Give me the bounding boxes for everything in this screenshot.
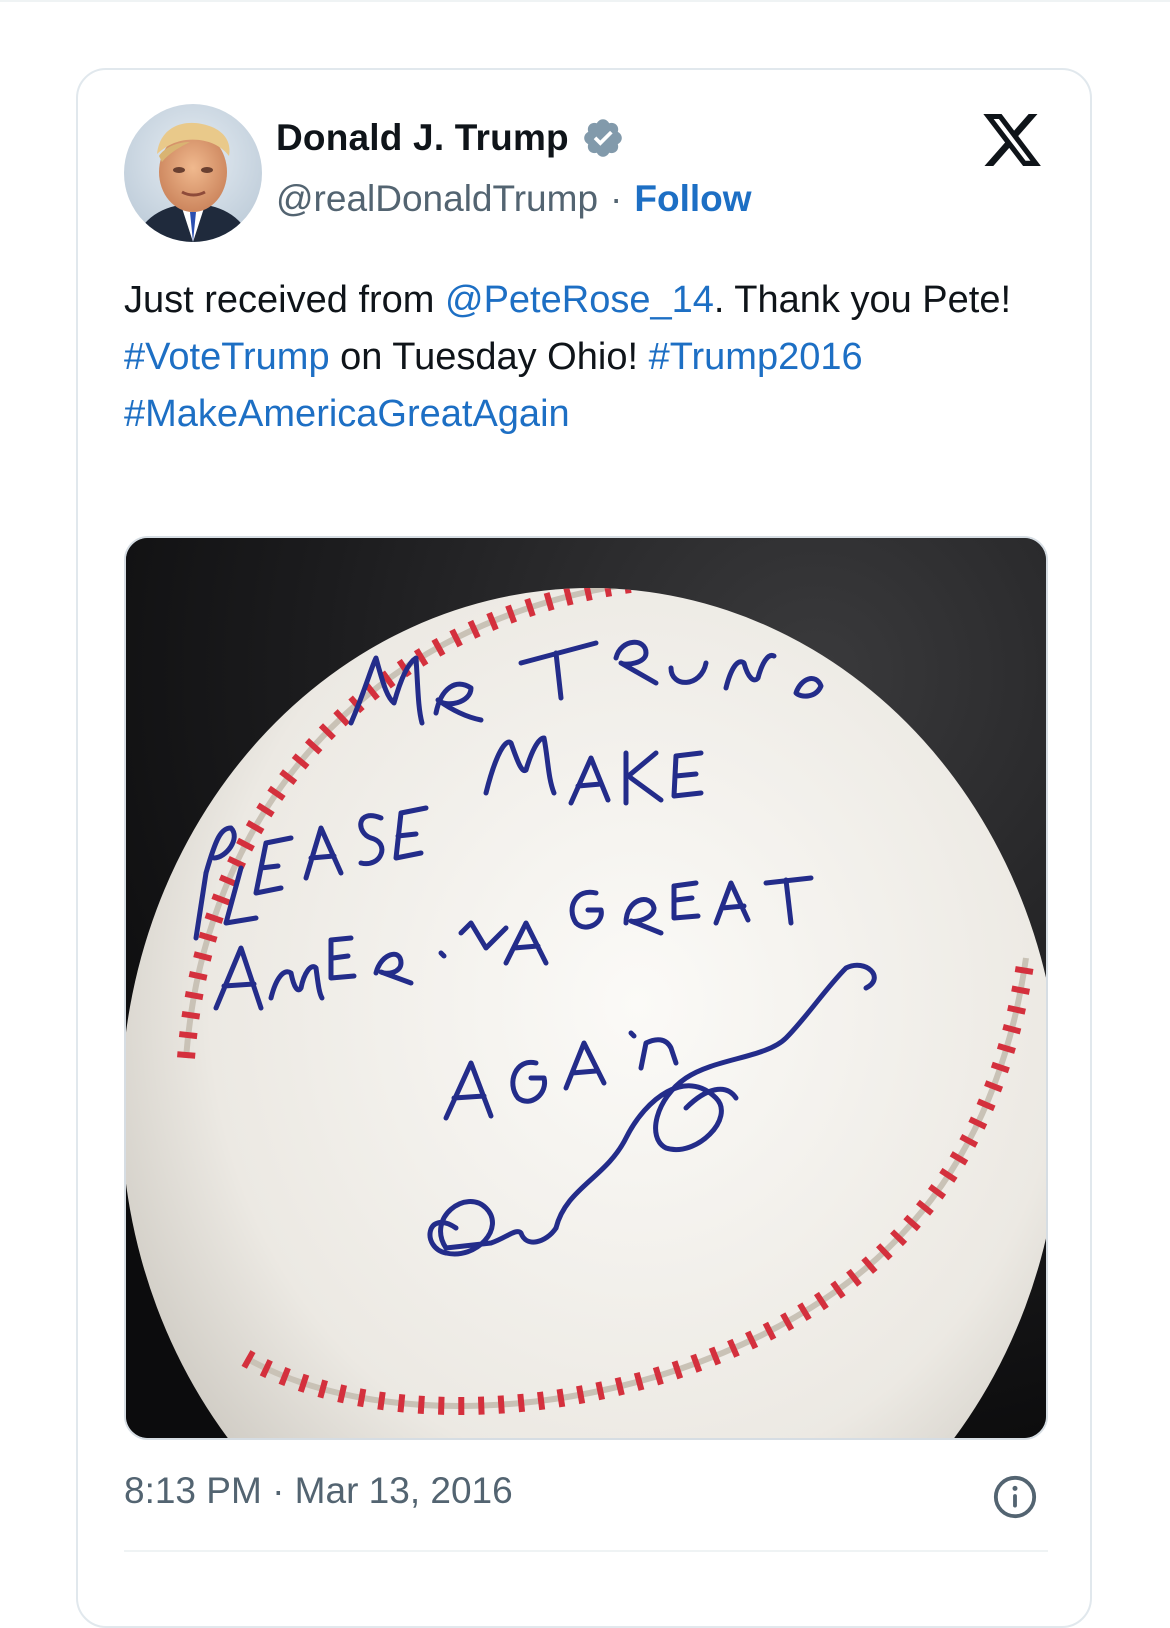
author-handle-row: @realDonaldTrump · Follow: [276, 178, 752, 220]
mention-link[interactable]: @PeteRose_14: [445, 279, 714, 321]
tweet-text: Just received from @PeteRose_14. Thank y…: [124, 272, 1024, 443]
embedded-tweet-card[interactable]: Donald J. Trump @realDonaldTrump · Follo…: [76, 68, 1092, 1628]
tweet-timestamp[interactable]: 8:13 PM · Mar 13, 2016: [124, 1470, 513, 1512]
card-divider: [124, 1550, 1048, 1552]
avatar[interactable]: [124, 104, 262, 242]
author-display-name[interactable]: Donald J. Trump: [276, 117, 569, 159]
avatar-image: [124, 104, 262, 242]
follow-button[interactable]: Follow: [634, 178, 751, 220]
hashtag-link[interactable]: #Trump2016: [649, 336, 863, 378]
author-name-row: Donald J. Trump: [276, 116, 625, 160]
tweet-text-segment: . Thank you Pete!: [713, 279, 1012, 321]
baseball-photo: [126, 538, 1046, 1438]
tweet-text-segment: on Tuesday Ohio!: [329, 336, 649, 378]
author-handle[interactable]: @realDonaldTrump: [276, 178, 598, 220]
verified-badge-icon: [584, 119, 622, 157]
x-logo-icon[interactable]: [980, 108, 1044, 172]
separator-dot: ·: [610, 178, 623, 219]
hashtag-link[interactable]: #VoteTrump: [124, 336, 330, 378]
info-icon[interactable]: [992, 1474, 1038, 1520]
tweet-photo[interactable]: [124, 536, 1048, 1440]
hashtag-link[interactable]: #MakeAmericaGreatAgain: [124, 393, 570, 435]
top-divider: [0, 0, 1170, 2]
tweet-text-segment: Just received from: [124, 279, 445, 321]
